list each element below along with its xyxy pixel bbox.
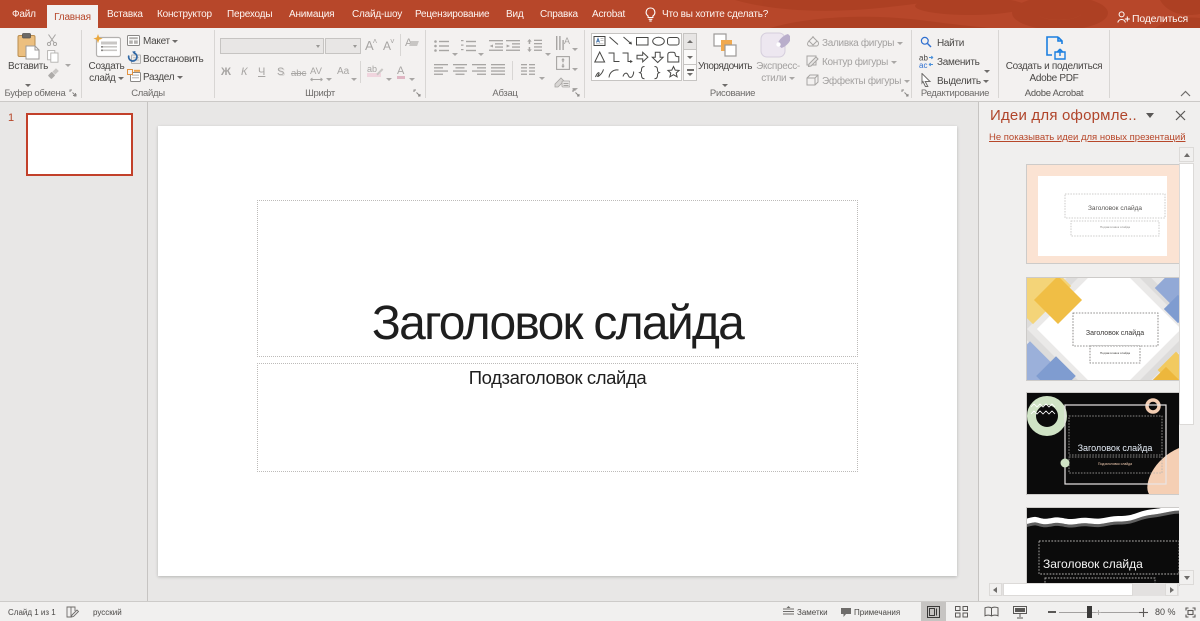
svg-text:Заголовок слайда: Заголовок слайда: [1088, 204, 1142, 212]
svg-text:ac: ac: [919, 61, 927, 68]
svg-text:Подзаголовок слайда: Подзаголовок слайда: [1100, 351, 1130, 355]
svg-text:Подзаголовок слайда: Подзаголовок слайда: [1100, 225, 1130, 229]
svg-text:Заголовок слайда: Заголовок слайда: [1078, 443, 1153, 453]
svg-text:Заголовок слайда: Заголовок слайда: [1043, 557, 1143, 571]
svg-text:Заголовок слайда: Заголовок слайда: [1086, 329, 1144, 337]
svg-text:A: A: [564, 36, 570, 46]
svg-text:Подзаголовок слайда: Подзаголовок слайда: [1098, 462, 1132, 466]
